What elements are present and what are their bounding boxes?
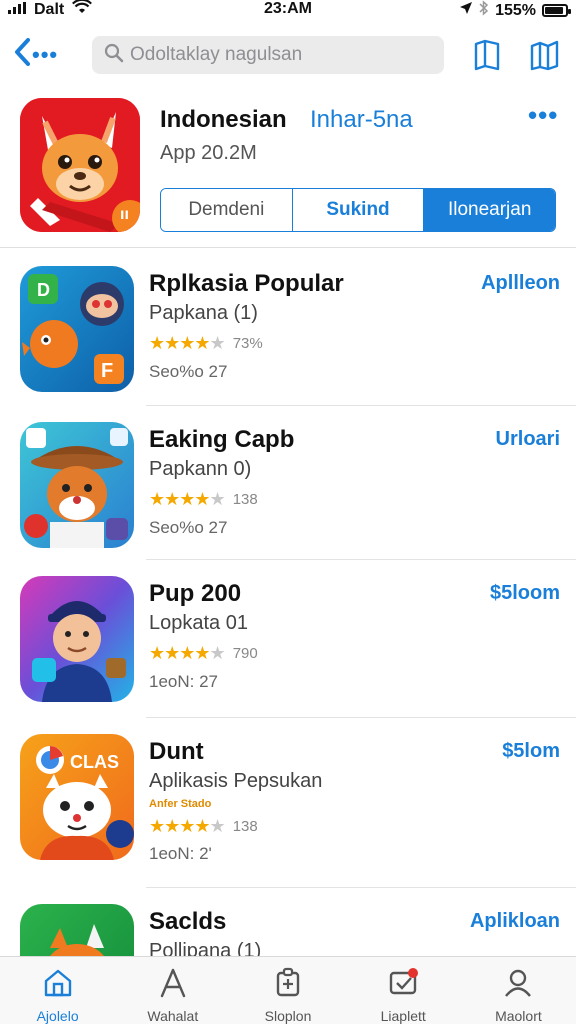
featured-app-subtitle[interactable]: Inhar-5na [310,106,413,134]
get-button[interactable]: Urloari [496,428,560,451]
tab-label: Liaplett [380,1008,426,1024]
segment-3[interactable]: Ilonearjan [424,189,555,231]
tab-updates[interactable]: Liaplett [346,957,461,1024]
search-input[interactable] [130,44,430,66]
app-category: Papkann 0) [149,458,252,480]
segment-2[interactable]: Sukind [292,189,425,231]
app-rating: ★★★★★ 790 [149,643,258,664]
games-icon [272,967,304,1004]
person-icon [502,967,534,1004]
featured-app-title: Indonesian [160,106,287,133]
segment-1[interactable]: Demdeni [161,189,293,231]
nav-bar: ••• [0,28,576,84]
featured-app-meta: App 20.2M [160,142,257,164]
list-item[interactable]: Saclds Pollipana (1) Aplikloan [0,888,576,956]
rating-count: 138 [232,818,258,835]
star-rating-icon: ★★★★★ [149,643,226,663]
tab-games[interactable]: Sloplon [230,957,345,1024]
app-name: Eaking Capb [149,426,295,453]
app-icon-orange-cartoon[interactable]: D F [20,266,134,392]
svg-text:D: D [37,280,50,300]
more-options-button[interactable]: ••• [528,100,558,131]
app-icon-green-fox[interactable] [20,904,134,956]
list-item[interactable]: Pup 200 Lopkata 01 ★★★★★ 790 1eoN: 27 $5… [0,560,576,718]
location-icon [459,1,473,20]
app-name: Saclds [149,908,227,935]
featured-app-card[interactable]: ıı Indonesian Inhar-5na ••• App 20.2M De… [0,92,576,248]
home-icon [42,967,74,1004]
app-meta: Seo%o 27 [149,362,228,381]
bluetooth-icon [479,0,489,21]
chevron-left-icon [14,36,30,75]
tab-profile[interactable]: Maolort [461,957,576,1024]
app-icon-clas-fox[interactable]: CLAS [20,734,134,860]
app-name: Pup 200 [149,580,242,607]
updates-icon [387,967,419,1004]
app-meta: Seo%o 27 [149,518,228,537]
rating-count: 138 [232,491,258,508]
tab-apps[interactable]: Wahalat [115,957,230,1024]
get-button[interactable]: Apllleon [481,272,560,295]
search-icon [104,43,124,68]
featured-app-icon[interactable]: ıı [20,98,140,232]
star-rating-icon: ★★★★★ [149,333,226,353]
get-button[interactable]: Aplikloan [470,910,560,933]
app-rating: ★★★★★ 138 [149,816,258,837]
star-rating-icon: ★★★★★ [149,816,226,836]
battery-level [545,7,563,14]
svg-text:F: F [101,360,113,382]
featured-badge: ıı [120,206,129,223]
app-meta: 1eoN: 2' [149,844,212,863]
app-category: Lopkata 01 [149,612,248,634]
app-list: D F Rplkasia Popular Papkana (1) ★★★★★ 7… [0,250,576,956]
tab-home[interactable]: Ajolelo [0,957,115,1024]
back-more-label: ••• [32,42,59,67]
app-rating: ★★★★★ 73% [149,333,263,354]
status-bar: Dalt 23:AM 155% [0,0,576,20]
app-name: Dunt [149,738,204,765]
svg-text:CLAS: CLAS [70,752,119,772]
app-meta: 1eoN: 27 [149,672,218,691]
bookmark-icon[interactable] [470,38,504,72]
app-name: Rplkasia Popular [149,270,344,297]
tab-label: Wahalat [147,1008,199,1024]
search-bar[interactable] [92,36,444,74]
app-category: Aplikasis Pepsukan [149,770,323,792]
star-rating-icon: ★★★★★ [149,489,226,509]
rating-count: 73% [232,335,263,352]
battery-percent: 155% [495,1,536,19]
list-item[interactable]: Eaking Capb Papkann 0) ★★★★★ 138 Seo%o 2… [0,406,576,560]
app-developer: Anfer Stado [149,798,212,810]
list-item[interactable]: D F Rplkasia Popular Papkana (1) ★★★★★ 7… [0,250,576,406]
price-button[interactable]: $5lom [502,740,560,763]
tab-label: Sloplon [264,1008,312,1024]
tab-label: Maolort [495,1008,542,1024]
app-icon-boy-cap[interactable] [20,576,134,702]
rating-count: 790 [232,645,258,662]
app-rating: ★★★★★ 138 [149,489,258,510]
app-category: Papkana (1) [149,302,258,324]
segmented-control: Demdeni Sukind Ilonearjan [160,188,556,232]
app-icon-cowboy-fox[interactable] [20,422,134,548]
list-item[interactable]: CLAS Dunt Aplikasis Pepsukan Anfer Stado… [0,718,576,888]
battery-icon [542,4,571,17]
tab-bar: Ajolelo Wahalat Sloplon Liaplett Maolort [0,956,576,1024]
library-icon[interactable] [528,38,562,72]
tab-label: Ajolelo [36,1008,79,1024]
back-button[interactable]: ••• [14,36,70,75]
apps-icon [157,967,189,1004]
price-button[interactable]: $5loom [490,582,560,605]
app-category: Pollipana (1) [149,940,262,956]
